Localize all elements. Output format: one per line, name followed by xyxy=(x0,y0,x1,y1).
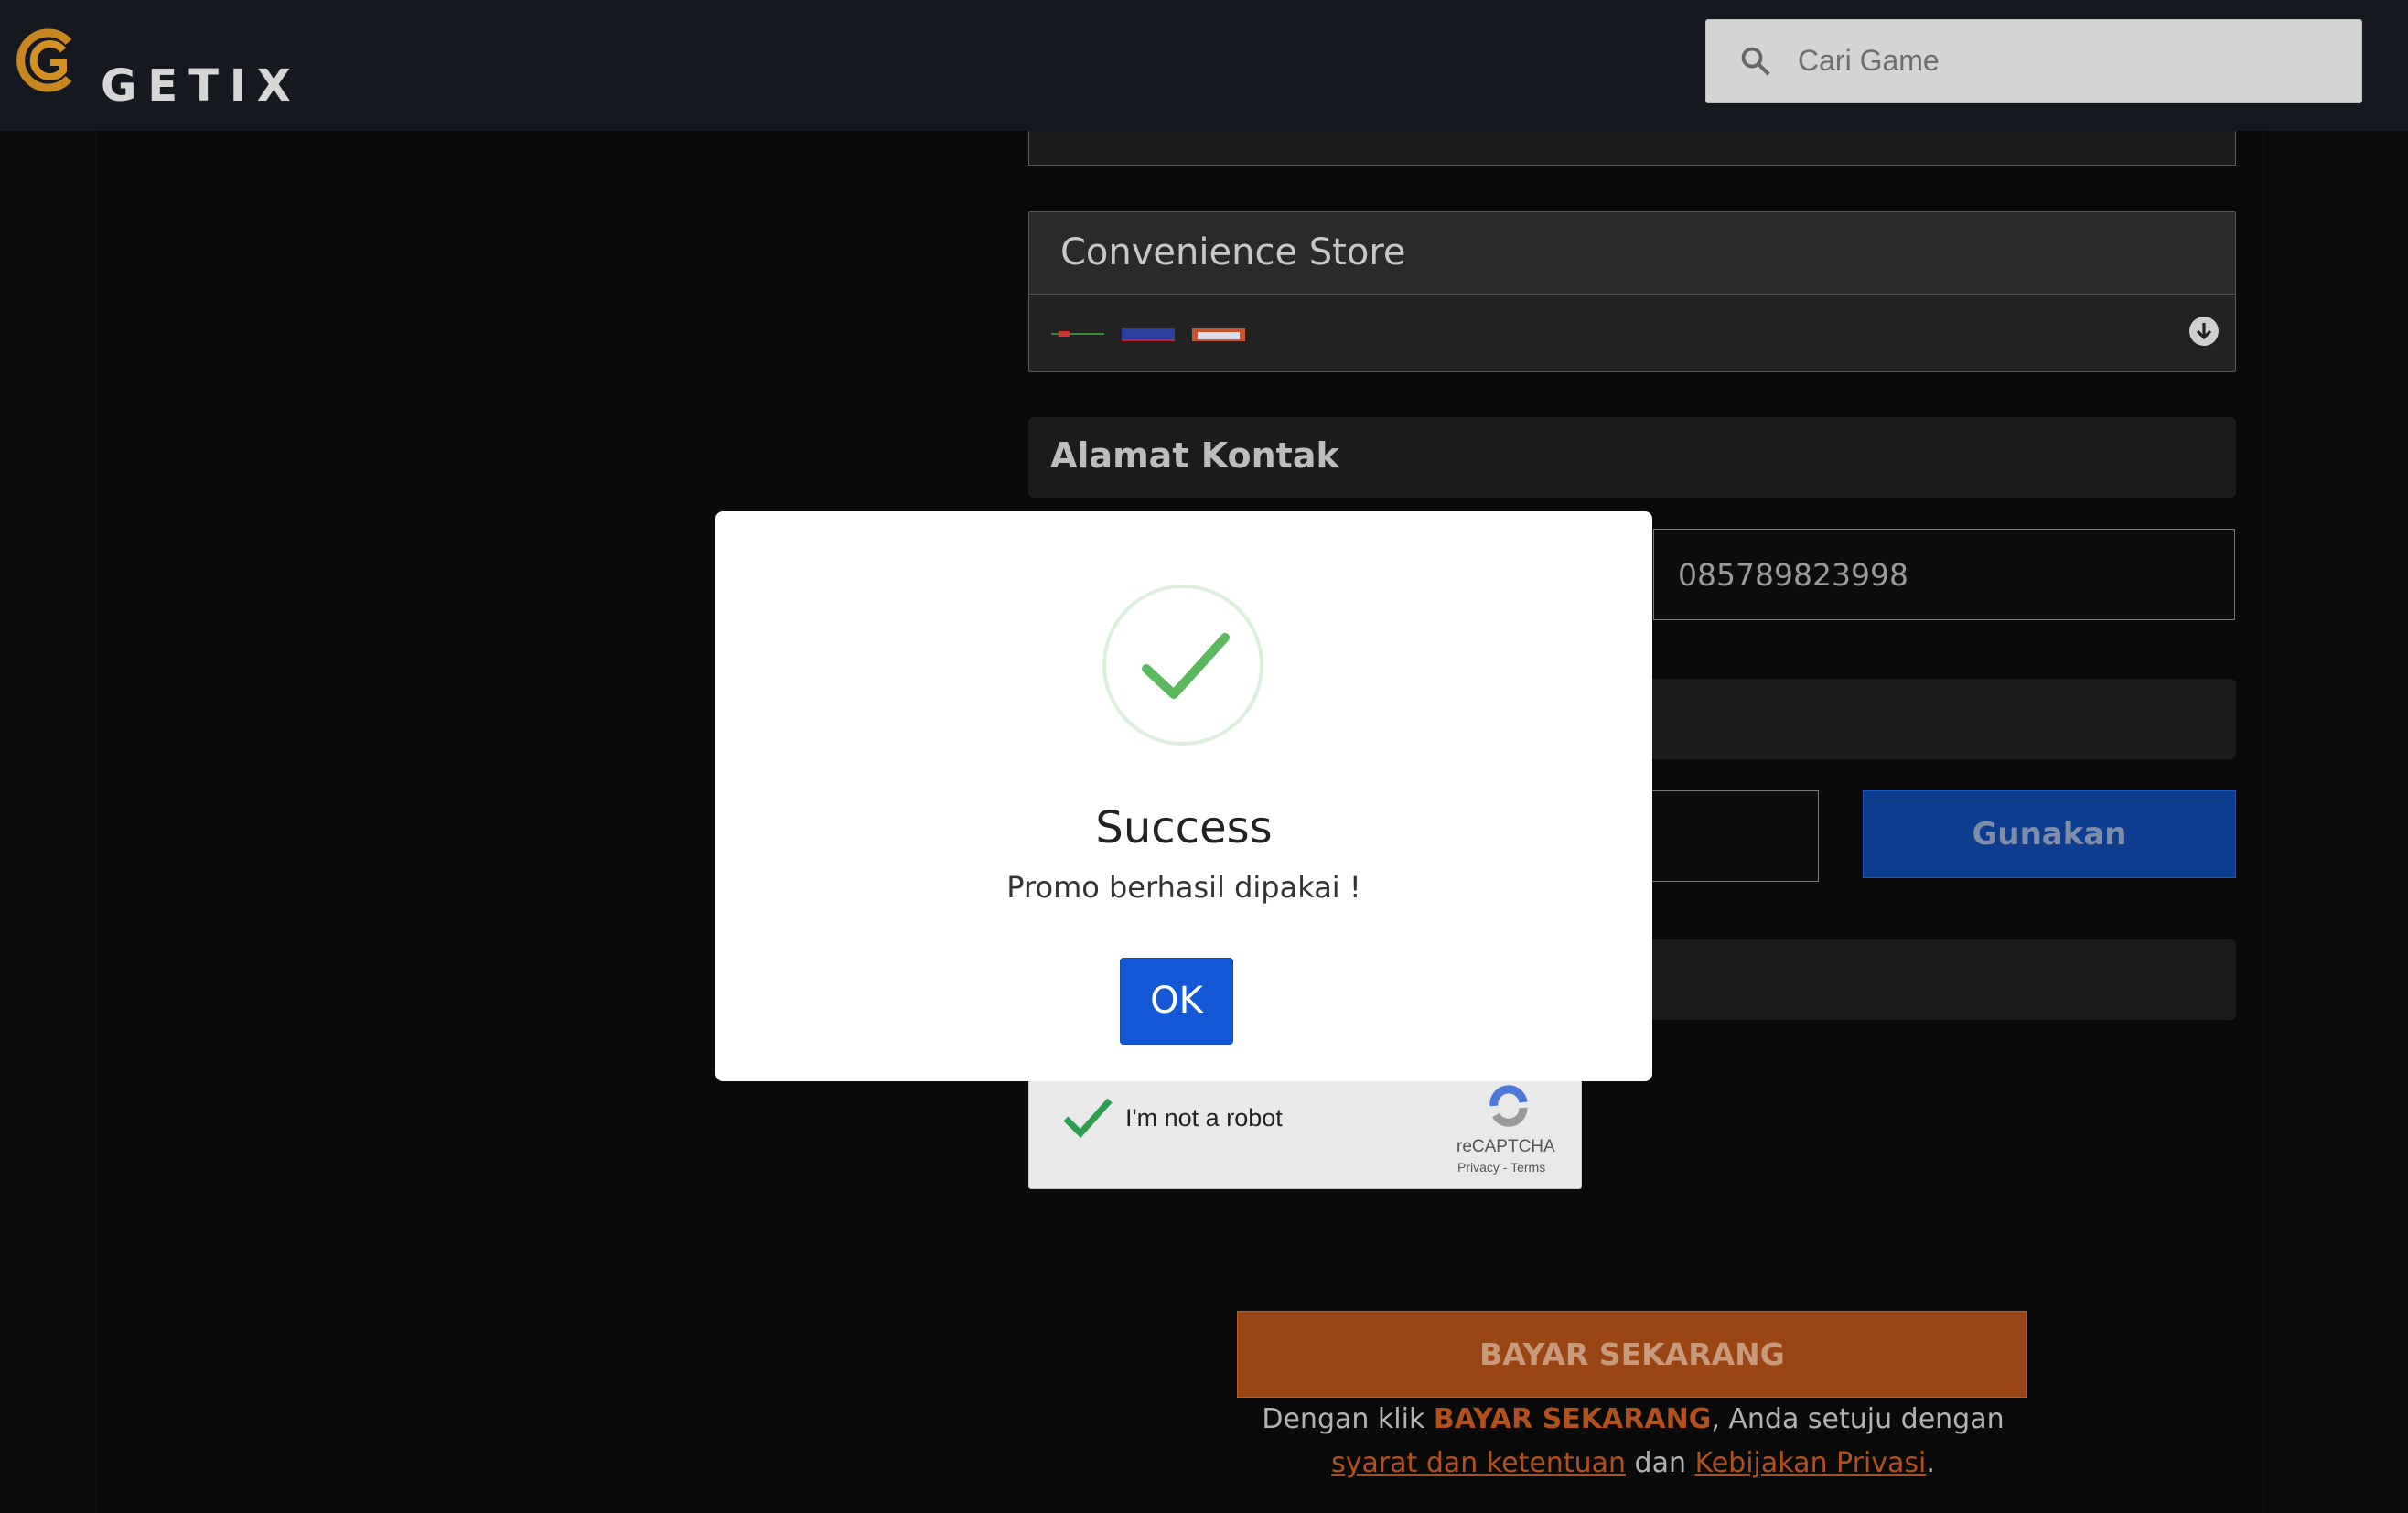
success-dialog: Success Promo berhasil dipakai ! OK xyxy=(715,511,1652,1081)
top-navbar: GETIX Cari Game xyxy=(0,0,2408,131)
logo-text: GETIX xyxy=(101,60,302,112)
search-input[interactable]: Cari Game xyxy=(1798,44,1940,78)
brand-logo[interactable]: GETIX xyxy=(16,26,291,112)
dialog-message: Promo berhasil dipakai ! xyxy=(1006,870,1361,905)
search-icon xyxy=(1741,47,1770,76)
search-box[interactable]: Cari Game xyxy=(1705,19,2362,103)
dialog-title: Success xyxy=(1095,802,1273,853)
logo-mark-icon xyxy=(16,28,72,92)
success-check-icon xyxy=(1102,585,1263,746)
ok-button[interactable]: OK xyxy=(1120,958,1233,1045)
